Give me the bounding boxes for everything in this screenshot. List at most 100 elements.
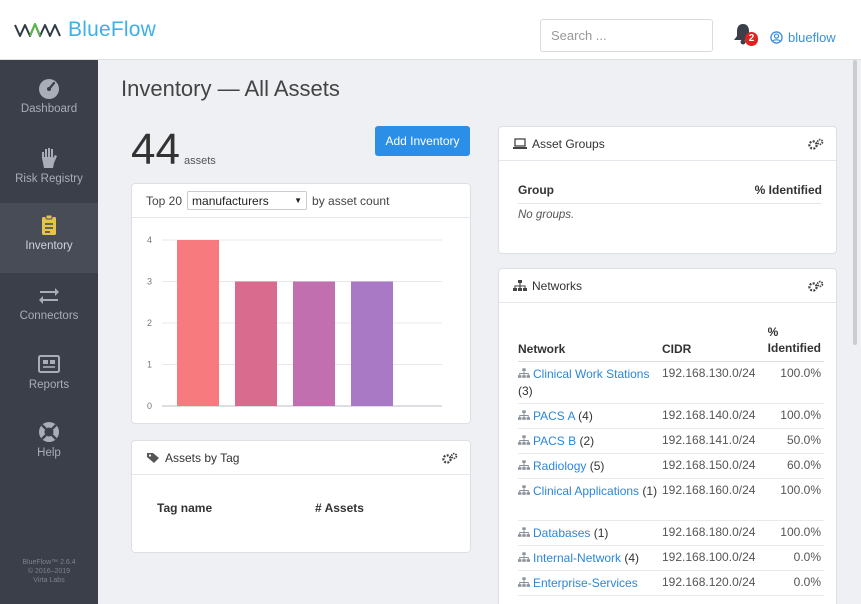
network-asset-count: (1) xyxy=(593,526,609,540)
sitemap-icon xyxy=(518,485,530,495)
identified-column-header[interactable]: % Identified xyxy=(768,324,821,356)
lifebuoy-icon xyxy=(39,422,59,442)
y-tick-label: 4 xyxy=(147,235,152,245)
sitemap-icon xyxy=(513,279,527,291)
chart-dimension-value: manufacturers xyxy=(192,193,269,208)
page-title: Inventory — All Assets xyxy=(121,76,340,101)
chart-prefix: Top 20 xyxy=(146,193,183,208)
network-asset-count: (3) xyxy=(518,384,533,398)
sidebar-item-inventory[interactable]: Inventory xyxy=(0,203,98,273)
sitemap-icon xyxy=(518,460,530,470)
assets-by-tag-card: Assets by Tag Tag name # Assets xyxy=(131,440,471,553)
chart-bar[interactable] xyxy=(351,281,393,407)
table-row: Databases (1) 192.168.180.0/24 100.0% xyxy=(518,521,824,546)
sitemap-icon xyxy=(518,552,530,562)
arrows-exchange-icon xyxy=(39,288,59,304)
sitemap-icon xyxy=(518,368,530,378)
gears-icon[interactable] xyxy=(808,138,824,150)
identified-cell: 100.0% xyxy=(780,366,821,380)
network-name-cell: Radiology (5) xyxy=(518,458,658,475)
y-tick-label: 1 xyxy=(147,360,152,370)
page-scrollbar[interactable] xyxy=(853,60,857,345)
identified-cell: 0.0% xyxy=(793,575,821,589)
sidebar-item-dashboard[interactable]: Dashboard xyxy=(0,66,98,136)
sidebar-item-help[interactable]: Help xyxy=(0,410,98,480)
sidebar: Dashboard Risk Registry Inventory Connec… xyxy=(0,60,98,604)
network-name-cell: Clinical Work Stations (3) xyxy=(518,366,658,400)
notification-badge: 2 xyxy=(745,32,758,46)
search-input[interactable] xyxy=(540,19,713,52)
chart-bar[interactable] xyxy=(235,281,277,407)
gears-icon[interactable] xyxy=(808,280,824,292)
sidebar-item-connectors[interactable]: Connectors xyxy=(0,273,98,343)
caret-down-icon: ▼ xyxy=(294,196,303,205)
identified-column-header[interactable]: % Identified xyxy=(755,183,822,197)
notifications-button[interactable]: 2 xyxy=(733,23,759,49)
sidebar-item-label: Help xyxy=(37,447,61,459)
sidebar-item-reports[interactable]: Reports xyxy=(0,342,98,412)
username-label: blueflow xyxy=(788,30,836,45)
asset-groups-card: Asset Groups Group % Identified No group… xyxy=(498,126,837,254)
add-inventory-button[interactable]: Add Inventory xyxy=(375,126,470,156)
tags-card-title: Assets by Tag xyxy=(165,450,240,465)
sitemap-icon xyxy=(518,410,530,420)
bar-chart: 0 1 2 3 4 xyxy=(147,235,442,411)
chart-bar[interactable] xyxy=(177,240,219,406)
tags-card-header: Assets by Tag xyxy=(132,441,470,475)
gears-icon[interactable] xyxy=(442,452,458,464)
networks-card: Networks Network CIDR % Identified Clinic… xyxy=(498,268,837,604)
identified-cell: 50.0% xyxy=(786,433,821,447)
waveform-logo-icon xyxy=(14,23,61,37)
group-column-header[interactable]: Group xyxy=(518,183,554,197)
table-row: PACS A (4) 192.168.140.0/24 100.0% xyxy=(518,404,824,429)
cidr-cell: 192.168.120.0/24 xyxy=(662,575,756,589)
network-column-header[interactable]: Network xyxy=(518,342,565,356)
app-name: BlueFlow xyxy=(68,18,156,41)
laptop-icon xyxy=(513,137,527,149)
table-row: Radiology (5) 192.168.150.0/24 60.0% xyxy=(518,454,824,479)
y-tick-label: 0 xyxy=(147,401,152,411)
network-name-cell: PACS A (4) xyxy=(518,408,658,425)
tag-icon xyxy=(147,452,159,463)
chart-suffix: by asset count xyxy=(312,193,390,208)
network-link[interactable]: PACS B xyxy=(533,434,576,448)
sidebar-item-label: Dashboard xyxy=(20,103,78,115)
network-link[interactable]: Clinical Applications xyxy=(533,484,639,498)
network-name-cell: Clinical Applications (1) xyxy=(518,483,658,500)
tag-name-column-header[interactable]: Tag name xyxy=(157,501,212,515)
network-link[interactable]: Enterprise-Services xyxy=(533,576,638,590)
identified-cell: 100.0% xyxy=(780,408,821,422)
sidebar-item-risk-registry[interactable]: Risk Registry xyxy=(0,136,98,206)
sidebar-item-label: Reports xyxy=(28,379,70,391)
sitemap-icon xyxy=(518,577,530,587)
brand-logo[interactable]: BlueFlow xyxy=(14,18,156,42)
cidr-column-header[interactable]: CIDR xyxy=(662,342,691,356)
network-asset-count: (1) xyxy=(642,484,658,498)
networks-card-title: Networks xyxy=(532,278,583,293)
sidebar-item-label: Inventory xyxy=(25,240,73,252)
cidr-cell: 192.168.160.0/24 xyxy=(662,483,756,497)
network-asset-count: (5) xyxy=(589,459,605,473)
user-circle-icon xyxy=(770,31,783,44)
network-link[interactable]: Clinical Work Stations xyxy=(533,367,649,381)
network-asset-count: (4) xyxy=(578,409,593,423)
network-link[interactable]: Databases xyxy=(533,526,590,540)
network-link[interactable]: Internal-Network xyxy=(533,551,621,565)
cidr-cell: 192.168.150.0/24 xyxy=(662,458,756,472)
network-name-cell: Enterprise-Services xyxy=(518,575,658,592)
network-name-cell: Internal-Network (4) xyxy=(518,550,658,567)
network-link[interactable]: PACS A xyxy=(533,409,575,423)
report-icon xyxy=(38,355,60,373)
network-name-cell: PACS B (2) xyxy=(518,433,658,450)
cidr-cell: 192.168.100.0/24 xyxy=(662,550,756,564)
asset-count: 44 assets xyxy=(131,128,216,172)
hand-icon xyxy=(42,148,57,168)
user-menu[interactable]: blueflow xyxy=(770,30,836,45)
top-navbar: BlueFlow 2 blueflow xyxy=(0,0,861,60)
asset-count-column-header[interactable]: # Assets xyxy=(315,501,364,515)
chart-bar[interactable] xyxy=(293,281,335,407)
y-tick-label: 3 xyxy=(147,277,152,287)
chart-dimension-select[interactable]: manufacturers ▼ xyxy=(187,191,308,210)
identified-cell: 100.0% xyxy=(780,525,821,539)
network-link[interactable]: Radiology xyxy=(533,459,586,473)
